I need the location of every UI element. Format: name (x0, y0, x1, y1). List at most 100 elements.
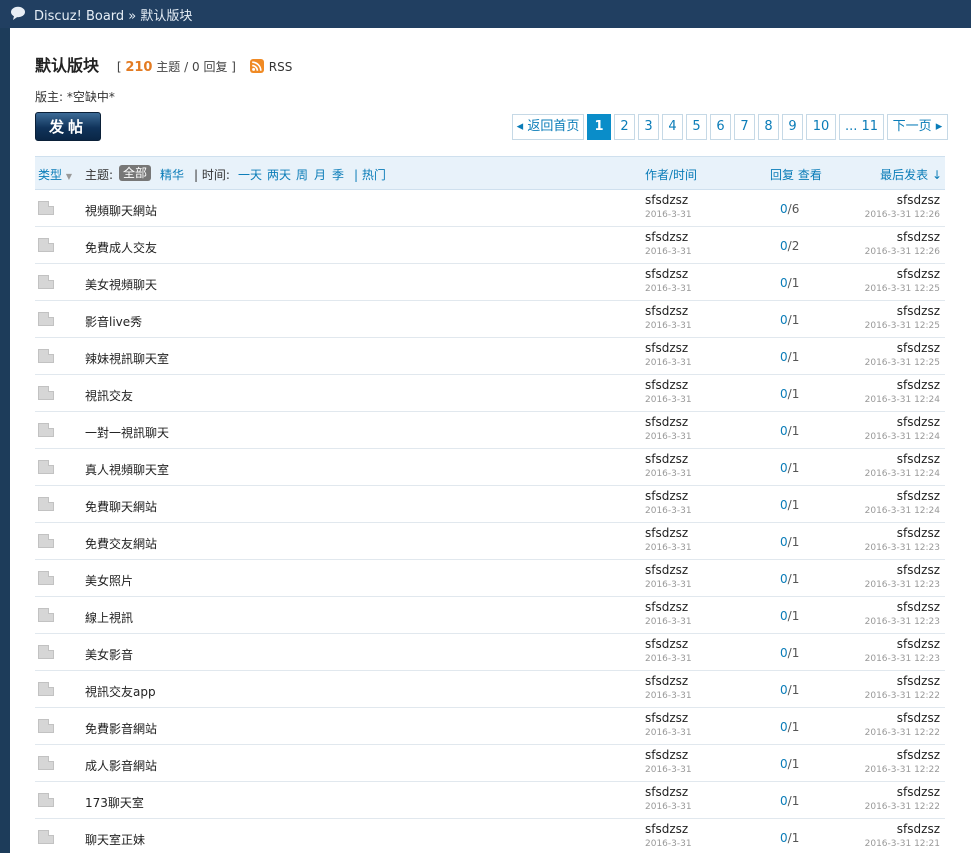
thread-title[interactable]: 一對一視訊聊天 (85, 424, 169, 441)
reply-view-header[interactable]: 回复 查看 (770, 166, 822, 183)
last-post-date[interactable]: 2016-3-31 12:22 (865, 691, 940, 701)
thread-title[interactable]: 免費成人交友 (85, 239, 157, 256)
last-post-author[interactable]: sfsdzsz (897, 748, 940, 762)
last-post-author[interactable]: sfsdzsz (897, 674, 940, 688)
folder-icon[interactable] (38, 423, 54, 437)
thread-author[interactable]: sfsdzsz (645, 267, 688, 281)
folder-icon[interactable] (38, 349, 54, 363)
filter-day[interactable]: 一天 (238, 166, 262, 183)
page-link[interactable]: 10 (806, 114, 836, 140)
thread-title[interactable]: 173聊天室 (85, 794, 144, 811)
last-post-author[interactable]: sfsdzsz (897, 341, 940, 355)
page-link[interactable]: 3 (638, 114, 659, 140)
last-post-date[interactable]: 2016-3-31 12:25 (865, 321, 940, 331)
thread-author[interactable]: sfsdzsz (645, 600, 688, 614)
last-post-author[interactable]: sfsdzsz (897, 785, 940, 799)
type-filter[interactable]: 类型 ▼ (38, 166, 72, 183)
author-time-header[interactable]: 作者/时间 (645, 166, 697, 183)
thread-author[interactable]: sfsdzsz (645, 193, 688, 207)
folder-icon[interactable] (38, 571, 54, 585)
thread-author[interactable]: sfsdzsz (645, 378, 688, 392)
thread-title[interactable]: 視訊交友app (85, 683, 156, 700)
thread-title[interactable]: 美女視頻聊天 (85, 276, 157, 293)
folder-icon[interactable] (38, 497, 54, 511)
folder-icon[interactable] (38, 460, 54, 474)
page-link[interactable]: 5 (686, 114, 707, 140)
last-post-date[interactable]: 2016-3-31 12:22 (865, 765, 940, 775)
thread-title[interactable]: 線上視訊 (85, 609, 133, 626)
last-post-date[interactable]: 2016-3-31 12:23 (865, 543, 940, 553)
last-post-author[interactable]: sfsdzsz (897, 193, 940, 207)
folder-icon[interactable] (38, 386, 54, 400)
last-post-date[interactable]: 2016-3-31 12:25 (865, 284, 940, 294)
thread-title[interactable]: 成人影音網站 (85, 757, 157, 774)
thread-author[interactable]: sfsdzsz (645, 711, 688, 725)
last-post-date[interactable]: 2016-3-31 12:22 (865, 802, 940, 812)
folder-icon[interactable] (38, 275, 54, 289)
last-post-author[interactable]: sfsdzsz (897, 526, 940, 540)
last-post-date[interactable]: 2016-3-31 12:24 (865, 432, 940, 442)
page-link[interactable]: 7 (734, 114, 755, 140)
filter-week[interactable]: 周 (296, 166, 308, 183)
folder-icon[interactable] (38, 719, 54, 733)
last-post-date[interactable]: 2016-3-31 12:24 (865, 395, 940, 405)
last-post-author[interactable]: sfsdzsz (897, 304, 940, 318)
thread-author[interactable]: sfsdzsz (645, 822, 688, 836)
last-post-date[interactable]: 2016-3-31 12:24 (865, 506, 940, 516)
last-post-header[interactable]: 最后发表 ↓ (880, 166, 942, 183)
thread-author[interactable]: sfsdzsz (645, 452, 688, 466)
thread-author[interactable]: sfsdzsz (645, 415, 688, 429)
thread-title[interactable]: 真人視頻聊天室 (85, 461, 169, 478)
last-post-author[interactable]: sfsdzsz (897, 415, 940, 429)
last-post-date[interactable]: 2016-3-31 12:24 (865, 469, 940, 479)
thread-author[interactable]: sfsdzsz (645, 489, 688, 503)
filter-all[interactable]: 全部 (119, 165, 152, 181)
thread-author[interactable]: sfsdzsz (645, 304, 688, 318)
thread-author[interactable]: sfsdzsz (645, 563, 688, 577)
folder-icon[interactable] (38, 608, 54, 622)
page-current[interactable]: 1 (587, 114, 611, 140)
last-post-author[interactable]: sfsdzsz (897, 600, 940, 614)
last-post-date[interactable]: 2016-3-31 12:25 (865, 358, 940, 368)
thread-title[interactable]: 免費交友網站 (85, 535, 157, 552)
thread-title[interactable]: 美女照片 (85, 572, 133, 589)
page-link[interactable]: ... 11 (839, 114, 884, 140)
last-post-author[interactable]: sfsdzsz (897, 452, 940, 466)
page-link[interactable]: 下一页 ▸ (887, 114, 948, 140)
folder-icon[interactable] (38, 312, 54, 326)
last-post-author[interactable]: sfsdzsz (897, 230, 940, 244)
last-post-author[interactable]: sfsdzsz (897, 489, 940, 503)
filter-season[interactable]: 季 (332, 166, 344, 183)
thread-title[interactable]: 美女影音 (85, 646, 133, 663)
folder-icon[interactable] (38, 830, 54, 844)
folder-icon[interactable] (38, 682, 54, 696)
last-post-author[interactable]: sfsdzsz (897, 378, 940, 392)
breadcrumb-home[interactable]: Discuz! Board (34, 9, 124, 24)
thread-title[interactable]: 免費聊天網站 (85, 498, 157, 515)
thread-title[interactable]: 影音live秀 (85, 313, 142, 330)
breadcrumb-current[interactable]: 默认版块 (140, 9, 192, 24)
filter-digest[interactable]: 精华 (160, 166, 184, 183)
thread-title[interactable]: 免費影音網站 (85, 720, 157, 737)
last-post-author[interactable]: sfsdzsz (897, 563, 940, 577)
thread-author[interactable]: sfsdzsz (645, 526, 688, 540)
page-link[interactable]: ◂ 返回首页 (512, 114, 584, 140)
filter-month[interactable]: 月 (314, 166, 326, 183)
thread-author[interactable]: sfsdzsz (645, 230, 688, 244)
folder-icon[interactable] (38, 793, 54, 807)
page-link[interactable]: 4 (662, 114, 683, 140)
thread-author[interactable]: sfsdzsz (645, 674, 688, 688)
last-post-date[interactable]: 2016-3-31 12:22 (865, 728, 940, 738)
last-post-date[interactable]: 2016-3-31 12:21 (865, 839, 940, 849)
last-post-author[interactable]: sfsdzsz (897, 267, 940, 281)
page-link[interactable]: 6 (710, 114, 731, 140)
filter-two-days[interactable]: 两天 (267, 166, 291, 183)
page-link[interactable]: 2 (614, 114, 635, 140)
thread-author[interactable]: sfsdzsz (645, 748, 688, 762)
last-post-date[interactable]: 2016-3-31 12:23 (865, 654, 940, 664)
last-post-date[interactable]: 2016-3-31 12:23 (865, 617, 940, 627)
thread-title[interactable]: 聊天室正妹 (85, 831, 145, 848)
last-post-author[interactable]: sfsdzsz (897, 711, 940, 725)
folder-icon[interactable] (38, 534, 54, 548)
last-post-date[interactable]: 2016-3-31 12:23 (865, 580, 940, 590)
